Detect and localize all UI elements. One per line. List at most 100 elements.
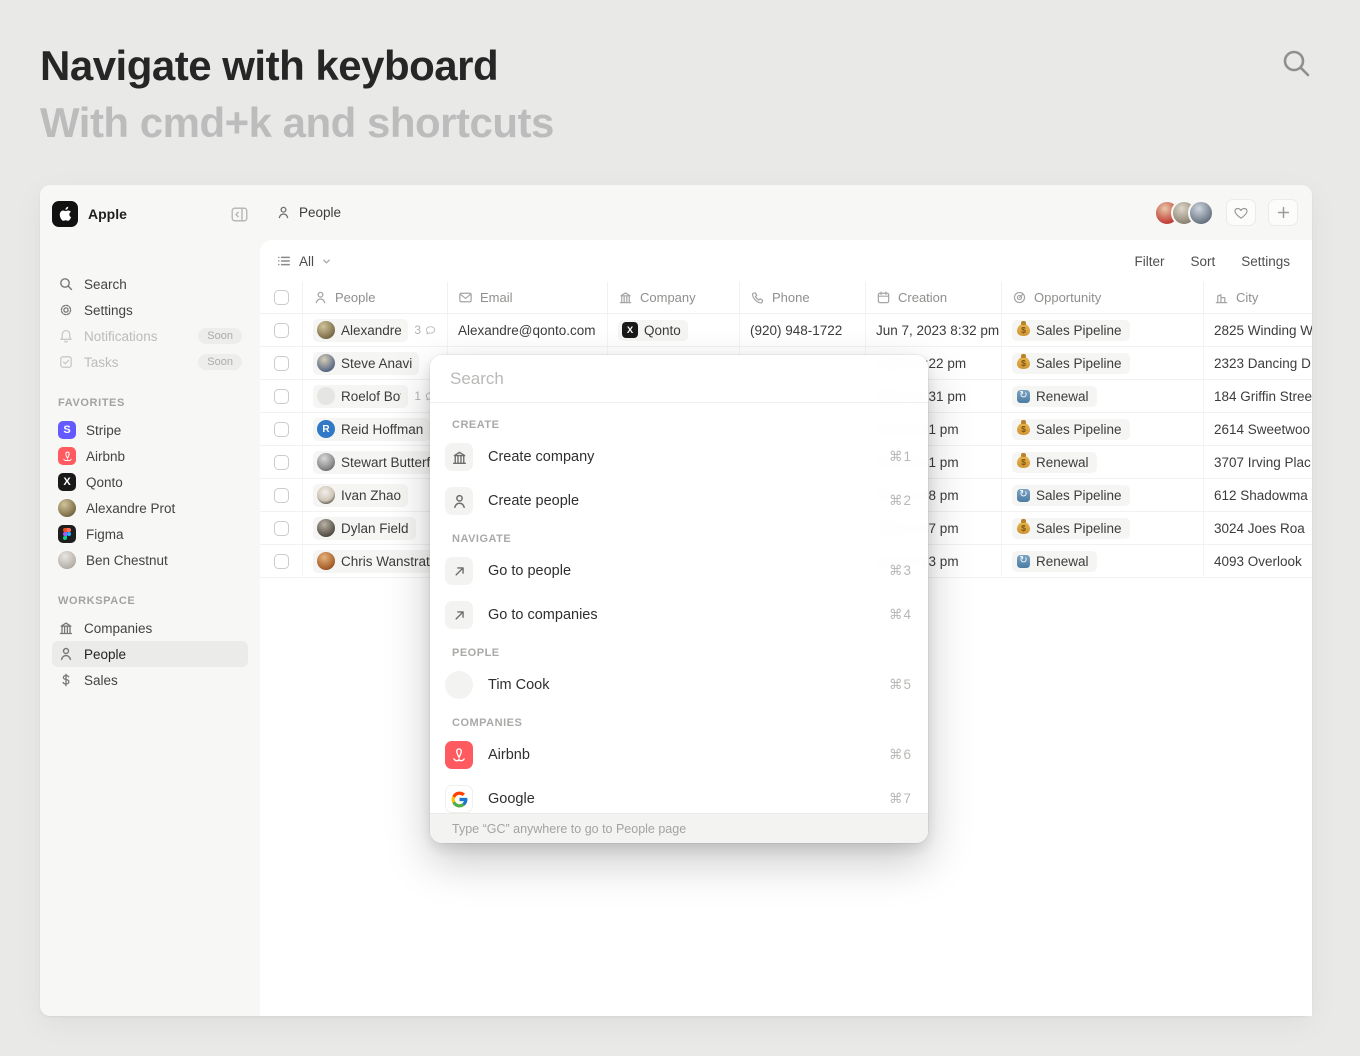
person-chip: Stewart Butterfield: [313, 451, 437, 474]
palette-item-go-to-people[interactable]: Go to people ⌘3: [430, 549, 928, 593]
row-checkbox[interactable]: [274, 356, 289, 371]
favorite-button[interactable]: [1226, 199, 1256, 226]
workspace-list: Companies People Sales: [52, 615, 248, 693]
sidebar-item-notifications: Notifications Soon: [52, 323, 248, 349]
sidebar-item-qonto[interactable]: X Qonto: [52, 469, 248, 495]
renewal-icon: [1017, 489, 1030, 502]
person-icon: [445, 487, 473, 515]
workspace-name: Apple: [88, 206, 231, 222]
page-subtitle: With cmd+k and shortcuts: [40, 99, 554, 147]
sidebar-item-alexandre-prot[interactable]: Alexandre Prot: [52, 495, 248, 521]
palette-item-google[interactable]: Google ⌘7: [430, 777, 928, 813]
sidebar-item-label: Companies: [84, 621, 152, 636]
palette-search[interactable]: [430, 355, 928, 403]
opportunity-chip: Sales Pipeline: [1012, 419, 1130, 440]
column-header-email[interactable]: Email: [448, 282, 608, 313]
avatar: R: [317, 420, 335, 438]
sidebar-item-label: Alexandre Prot: [86, 501, 175, 516]
topbar: People: [260, 185, 1312, 240]
table-settings-button[interactable]: Settings: [1241, 254, 1290, 269]
city-cell: 2614 Sweetwoo: [1204, 413, 1312, 445]
column-header-company[interactable]: Company: [608, 282, 740, 313]
favorites-section-label: FAVORITES: [58, 397, 242, 409]
qonto-icon: X: [622, 322, 638, 338]
palette-item-go-to-companies[interactable]: Go to companies ⌘4: [430, 593, 928, 637]
arrow-up-right-icon: [445, 601, 473, 629]
avatar: [1188, 200, 1214, 226]
sidebar-item-people[interactable]: People: [52, 641, 248, 667]
sidebar-collapse-icon[interactable]: [231, 207, 248, 222]
sidebar-item-figma[interactable]: Figma: [52, 521, 248, 547]
shortcut-key: ⌘3: [889, 563, 912, 579]
sidebar: Apple Search Settings Notifications So: [40, 185, 260, 1016]
person-icon: [313, 290, 328, 305]
column-header-creation[interactable]: Creation: [866, 282, 1002, 313]
city-cell: 3024 Joes Roa: [1204, 512, 1312, 544]
member-avatars[interactable]: [1154, 200, 1214, 226]
creation-cell: Jun 7, 2023 8:32 pm: [866, 314, 1002, 346]
avatar: [317, 387, 335, 405]
palette-item-create-people[interactable]: Create people ⌘2: [430, 479, 928, 523]
sidebar-item-label: Qonto: [86, 475, 123, 490]
avatar: [58, 551, 76, 569]
column-header-opportunity[interactable]: Opportunity: [1002, 282, 1204, 313]
filter-button[interactable]: Filter: [1134, 254, 1164, 269]
sort-button[interactable]: Sort: [1190, 254, 1215, 269]
sidebar-item-stripe[interactable]: S Stripe: [52, 417, 248, 443]
row-checkbox[interactable]: [274, 389, 289, 404]
sidebar-item-ben-chestnut[interactable]: Ben Chestnut: [52, 547, 248, 573]
opportunity-chip: Sales Pipeline: [1012, 518, 1130, 539]
city-cell: 2323 Dancing D: [1204, 347, 1312, 379]
figma-icon: [58, 525, 76, 543]
breadcrumb[interactable]: People: [276, 205, 341, 220]
add-button[interactable]: [1268, 199, 1298, 226]
screenshot-stage: Navigate with keyboard With cmd+k and sh…: [0, 0, 1360, 1056]
palette-item-airbnb[interactable]: Airbnb ⌘6: [430, 733, 928, 777]
moneybag-icon: [1017, 456, 1030, 468]
sidebar-item-label: Sales: [84, 673, 118, 688]
city-cell: 612 Shadowma: [1204, 479, 1312, 511]
sidebar-item-airbnb[interactable]: Airbnb: [52, 443, 248, 469]
row-checkbox[interactable]: [274, 554, 289, 569]
person-chip: Chris Wanstrath: [313, 550, 437, 573]
row-checkbox[interactable]: [274, 455, 289, 470]
sidebar-item-sales[interactable]: Sales: [52, 667, 248, 693]
row-checkbox[interactable]: [274, 521, 289, 536]
sidebar-item-label: Search: [84, 277, 127, 292]
opportunity-chip: Renewal: [1012, 386, 1097, 407]
person-chip: RReid Hoffman: [313, 418, 430, 441]
table-row[interactable]: Alexandre Prot3 Alexandre@qonto.com XQon…: [260, 314, 1312, 347]
palette-section-label: CREATE: [430, 409, 928, 435]
palette-item-tim-cook[interactable]: Tim Cook ⌘5: [430, 663, 928, 707]
city-cell: 3707 Irving Plac: [1204, 446, 1312, 478]
shortcut-key: ⌘5: [889, 677, 912, 693]
row-checkbox[interactable]: [274, 323, 289, 338]
building-icon: [618, 290, 633, 305]
palette-search-input[interactable]: [450, 369, 908, 389]
select-all-checkbox[interactable]: [274, 290, 289, 305]
favorites-list: S Stripe Airbnb X Qonto Alexandre Prot: [52, 417, 248, 573]
sidebar-item-tasks: Tasks Soon: [52, 349, 248, 375]
workspace-section-label: WORKSPACE: [58, 595, 242, 607]
column-header-people[interactable]: People: [303, 282, 448, 313]
row-checkbox[interactable]: [274, 488, 289, 503]
sidebar-item-search[interactable]: Search: [52, 271, 248, 297]
sidebar-item-companies[interactable]: Companies: [52, 615, 248, 641]
chevron-down-icon: [321, 256, 332, 267]
opportunity-chip: Sales Pipeline: [1012, 485, 1130, 506]
row-checkbox[interactable]: [274, 422, 289, 437]
search-icon[interactable]: [1276, 44, 1316, 84]
workspace-switcher[interactable]: Apple: [52, 199, 248, 229]
table-toolbar: All Filter Sort Settings: [260, 240, 1312, 282]
column-header-city[interactable]: City: [1204, 282, 1312, 313]
shortcut-key: ⌘2: [889, 493, 912, 509]
sidebar-item-label: People: [84, 647, 126, 662]
palette-footer-hint: Type “GC” anywhere to go to People page: [430, 813, 928, 843]
sidebar-item-settings[interactable]: Settings: [52, 297, 248, 323]
avatar: [317, 552, 335, 570]
palette-item-create-company[interactable]: Create company ⌘1: [430, 435, 928, 479]
view-selector[interactable]: All: [276, 253, 332, 269]
palette-section-label: PEOPLE: [430, 637, 928, 663]
apple-logo-icon: [52, 201, 78, 227]
column-header-phone[interactable]: Phone: [740, 282, 866, 313]
